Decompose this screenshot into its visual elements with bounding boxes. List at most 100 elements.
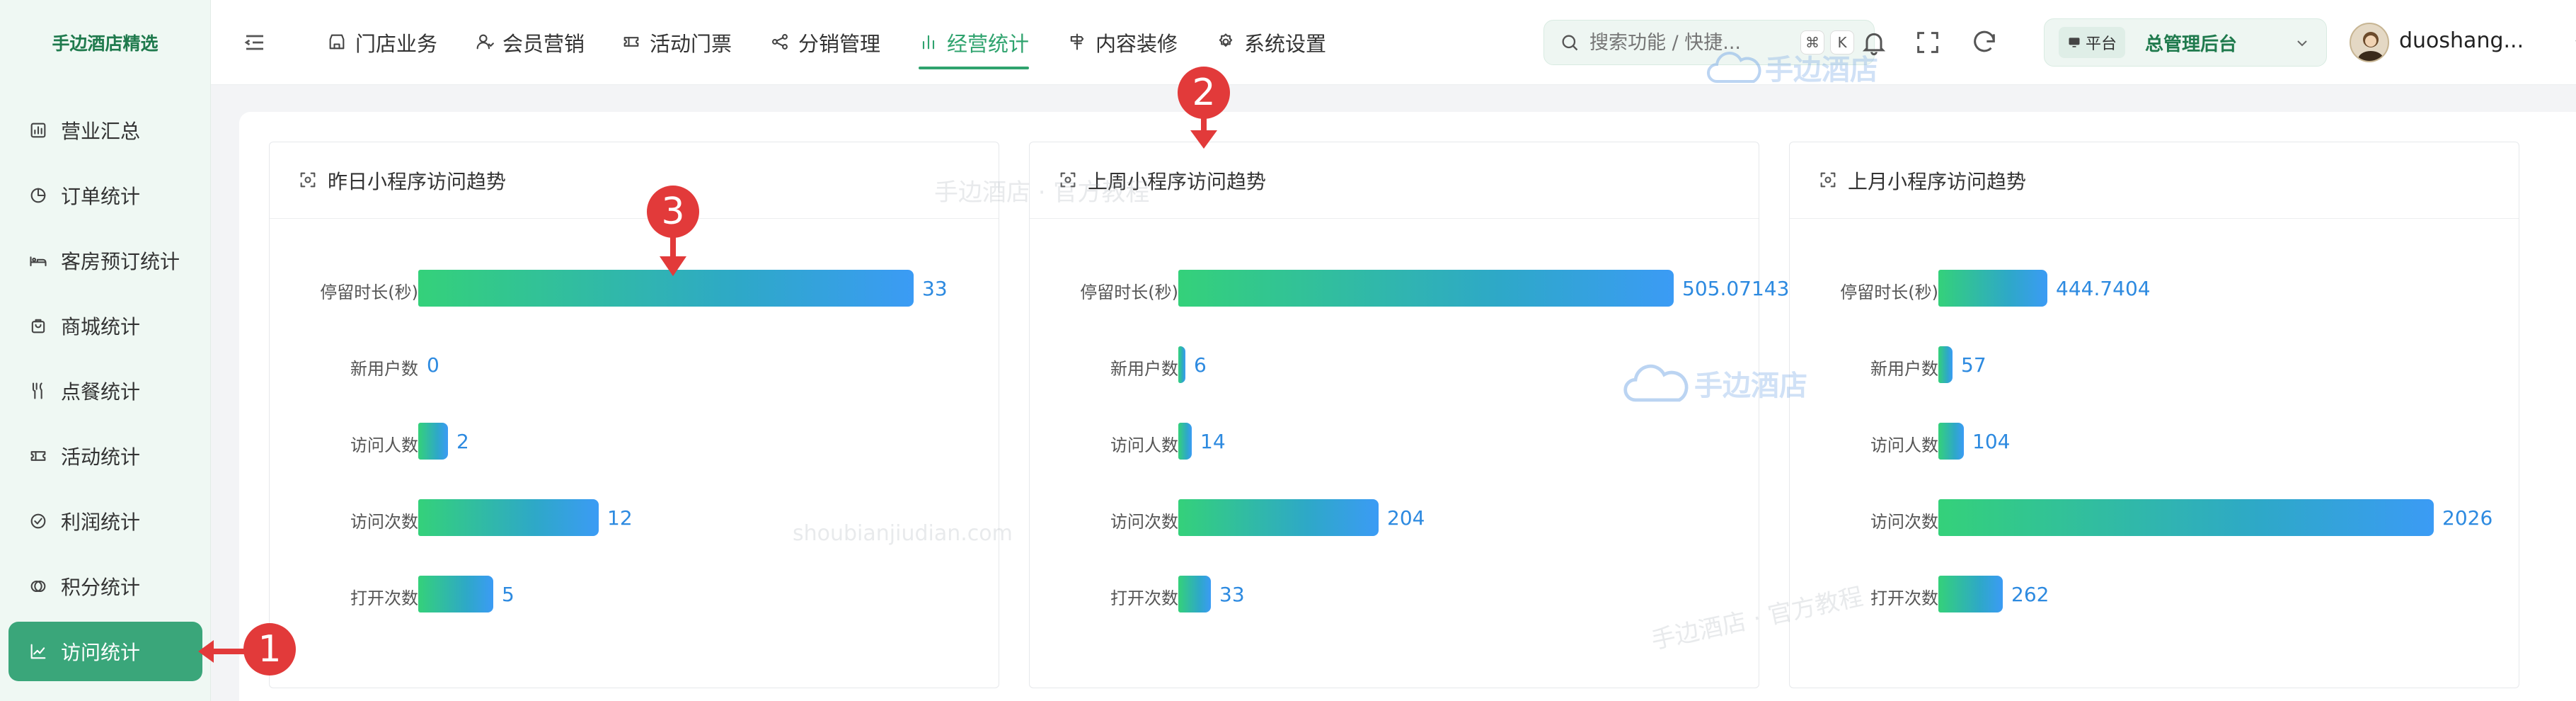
sidebar-item[interactable]: 访问统计 — [8, 622, 202, 681]
bar-row: 访问人数 2 — [270, 423, 999, 460]
bar-mark — [1178, 270, 1674, 307]
bar-chart-icon — [919, 32, 940, 53]
annotation-marker-2: 2 — [1178, 67, 1230, 119]
sidebar-item-label: 点餐统计 — [61, 380, 141, 404]
nav-tab[interactable]: 活动门票 — [621, 0, 732, 85]
bar-value-label: 33 — [1219, 583, 1245, 606]
bar-value-label: 505.07143 — [1682, 277, 1790, 300]
bar-label: 打开次数 — [1110, 588, 1178, 608]
platform-selector[interactable]: 平台 总管理后台 — [2044, 18, 2327, 67]
bar-mark — [418, 423, 448, 460]
nav-tab-label: 经营统计 — [947, 32, 1030, 56]
stats-card: 昨日小程序访问趋势 停留时长(秒) 33 新用户数 0 访问人数 2 访问次数 12 打开次数 5 — [269, 142, 999, 688]
refresh-icon[interactable] — [1970, 28, 1999, 57]
nav-tab[interactable]: 门店业务 — [327, 0, 437, 85]
search-icon — [1562, 35, 1578, 51]
check-circle-icon — [27, 510, 50, 532]
bar-mark — [1178, 346, 1185, 383]
card-header: 上周小程序访问趋势 — [1030, 142, 1759, 219]
bar-mark — [1938, 576, 2003, 612]
bar-mark — [1938, 270, 2047, 307]
bar-label: 访问次数 — [350, 512, 418, 532]
bar-label: 新用户数 — [350, 359, 418, 379]
nav-tab[interactable]: 会员营销 — [474, 0, 585, 85]
marker-arrow-3 — [660, 234, 686, 276]
sidebar-item[interactable]: 活动统计 — [8, 426, 202, 486]
user-icon — [474, 32, 495, 53]
bar-label: 停留时长(秒) — [1080, 283, 1178, 302]
search-input[interactable] — [1589, 31, 1766, 54]
nav-tab-label: 分销管理 — [798, 32, 881, 56]
sidebar-item-label: 订单统计 — [61, 185, 141, 208]
sidebar-item[interactable]: 积分统计 — [8, 557, 202, 616]
bar-value-label: 6 — [1194, 353, 1207, 377]
line-chart-icon — [27, 640, 50, 663]
bar-mark — [1938, 499, 2434, 536]
scan-icon — [298, 170, 319, 191]
sidebar-item-label: 利润统计 — [61, 511, 141, 534]
chevron-down-icon — [2297, 40, 2307, 47]
bar-row: 新用户数 6 — [1030, 346, 1759, 383]
bar-label: 停留时长(秒) — [1840, 283, 1938, 302]
sidebar-item-label: 商城统计 — [61, 315, 141, 338]
bar-label: 新用户数 — [1110, 359, 1178, 379]
bar-label: 打开次数 — [1870, 588, 1938, 608]
scan-icon — [1058, 170, 1079, 191]
nav-tab[interactable]: 分销管理 — [770, 0, 880, 85]
bar-row: 打开次数 33 — [1030, 576, 1759, 612]
nav-tab-label: 会员营销 — [502, 32, 585, 56]
avatar[interactable] — [2350, 23, 2389, 62]
sidebar-item[interactable]: 订单统计 — [8, 166, 202, 225]
sidebar: 手边酒店精选 营业汇总 订单统计 客房预订统计 商城统计 点餐统计 活动统计 利润统计 积分统… — [0, 0, 211, 701]
store-icon — [327, 32, 348, 53]
nav-tab-label: 内容装修 — [1096, 32, 1178, 56]
bar-value-label: 444.7404 — [2056, 277, 2151, 300]
username[interactable]: duoshang... — [2399, 28, 2524, 53]
nav-tab-label: 系统设置 — [1244, 32, 1327, 56]
bar-label: 新用户数 — [1870, 359, 1938, 379]
nav-tab[interactable]: 系统设置 — [1216, 0, 1326, 85]
sidebar-item-label: 积分统计 — [61, 576, 141, 599]
bar-label: 访问人数 — [350, 435, 418, 455]
bar-row: 打开次数 262 — [1790, 576, 2519, 612]
platform-badge-label: 平台 — [2086, 35, 2117, 53]
bar-value-label: 2 — [456, 430, 469, 453]
sidebar-item[interactable]: 点餐统计 — [8, 361, 202, 421]
bar-value-label: 104 — [1972, 430, 2011, 453]
bar-label: 停留时长(秒) — [320, 283, 418, 302]
bar-row: 访问人数 104 — [1790, 423, 2519, 460]
sidebar-item-label: 营业汇总 — [61, 120, 141, 143]
annotation-marker-1: 1 — [243, 623, 296, 676]
bar-label: 打开次数 — [350, 588, 418, 608]
bag-icon — [27, 314, 50, 337]
bar-row: 访问次数 204 — [1030, 499, 1759, 536]
nav-tab[interactable]: 内容装修 — [1067, 0, 1178, 85]
report-icon — [27, 119, 50, 142]
gear-icon — [1216, 32, 1237, 53]
bar-row: 停留时长(秒) 444.7404 — [1790, 270, 2519, 307]
platform-badge: 平台 — [2059, 27, 2126, 58]
bar-mark — [1178, 423, 1192, 460]
sidebar-item[interactable]: 客房预订统计 — [8, 231, 202, 290]
nav-tab[interactable]: 经营统计 — [919, 0, 1030, 85]
bar-value-label: 5 — [502, 583, 514, 606]
scan-icon — [1818, 170, 1839, 191]
sidebar-item[interactable]: 商城统计 — [8, 296, 202, 355]
sidebar-item[interactable]: 营业汇总 — [8, 101, 202, 160]
bar-row: 新用户数 57 — [1790, 346, 2519, 383]
bar-mark — [1938, 346, 1953, 383]
bar-mark — [1938, 423, 1964, 460]
menu-collapse-icon[interactable] — [242, 30, 268, 55]
user-chevron-down-icon[interactable] — [2572, 34, 2576, 51]
bar-value-label: 33 — [922, 277, 948, 300]
bell-icon[interactable] — [1860, 28, 1888, 57]
sidebar-item-label: 活动统计 — [61, 445, 141, 469]
platform-name: 总管理后台 — [2145, 33, 2238, 55]
bar-label: 访问次数 — [1870, 512, 1938, 532]
sidebar-item-label: 客房预订统计 — [61, 250, 180, 273]
fullscreen-icon[interactable] — [1914, 28, 1942, 57]
marker-arrow-2 — [1190, 113, 1217, 149]
sidebar-item[interactable]: 利润统计 — [8, 491, 202, 551]
search-box[interactable]: ⌘ K — [1543, 20, 1875, 65]
bar-value-label: 0 — [427, 353, 439, 377]
